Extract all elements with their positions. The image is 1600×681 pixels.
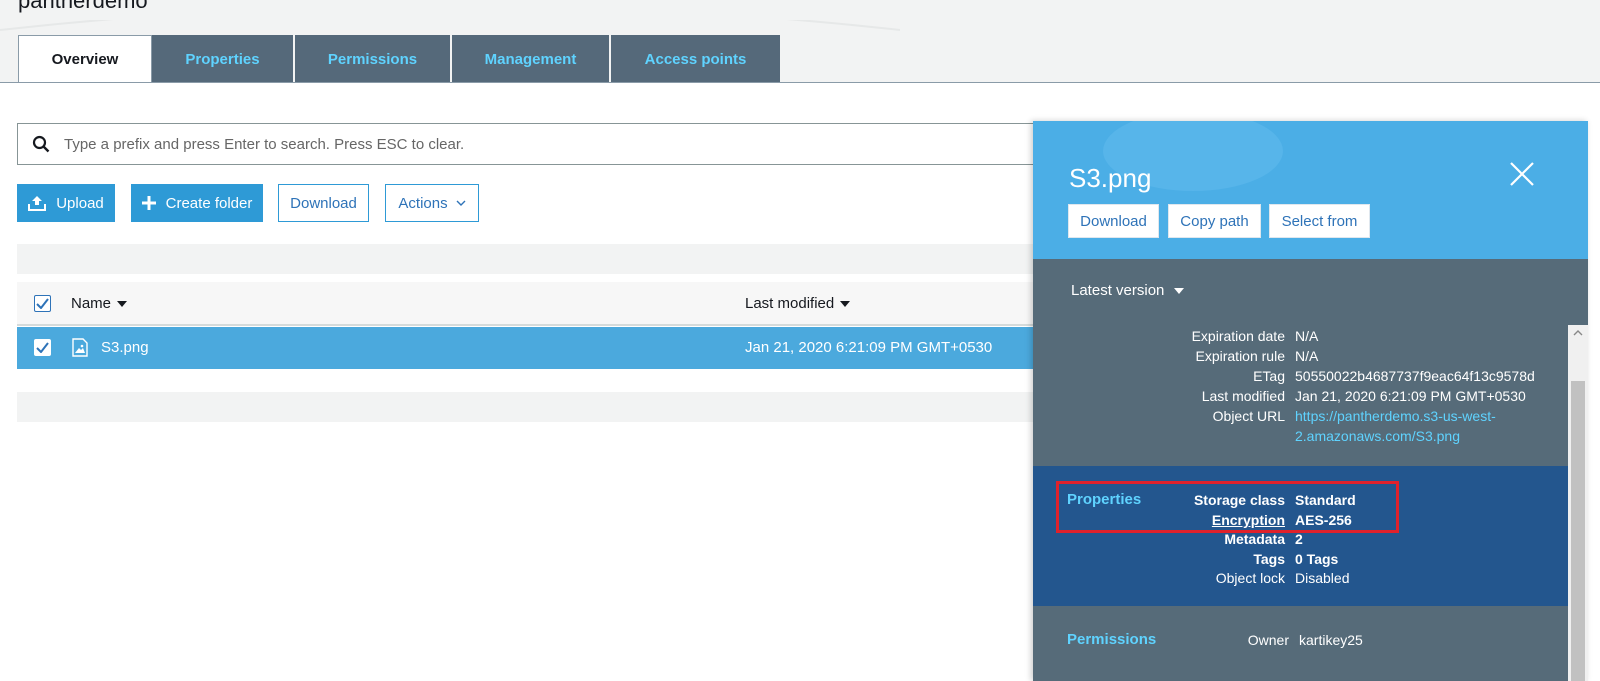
storage-class-label: Storage class bbox=[1193, 492, 1285, 508]
expiration-rule-value: N/A bbox=[1295, 348, 1319, 364]
sort-caret-icon bbox=[117, 300, 128, 307]
owner-label: Owner bbox=[1247, 632, 1289, 648]
search-icon bbox=[18, 124, 64, 164]
tab-access-points[interactable]: Access points bbox=[611, 35, 780, 83]
tab-permissions[interactable]: Permissions bbox=[295, 35, 452, 83]
column-name-label: Name bbox=[71, 295, 112, 312]
expiration-date-label: Expiration date bbox=[1191, 328, 1285, 344]
etag-label: ETag bbox=[1253, 368, 1285, 384]
version-dropdown[interactable]: Latest version bbox=[1071, 282, 1185, 299]
object-overview-section: Expiration date N/A Expiration rule N/A … bbox=[1033, 325, 1568, 466]
upload-label: Upload bbox=[56, 194, 104, 212]
create-folder-button[interactable]: Create folder bbox=[131, 184, 263, 222]
owner-value: kartikey25 bbox=[1299, 632, 1363, 648]
storage-class-value: Standard bbox=[1295, 492, 1356, 508]
scroll-up-icon[interactable] bbox=[1573, 329, 1583, 337]
search-box[interactable] bbox=[17, 123, 1037, 165]
object-url-link[interactable]: https://pantherdemo.s3-us-west- bbox=[1295, 408, 1496, 424]
encryption-link[interactable]: Encryption bbox=[1033, 512, 1285, 528]
table-bottom-band bbox=[17, 392, 1037, 422]
metadata-label: Metadata bbox=[1224, 531, 1285, 547]
object-detail-panel: S3.png Download Copy path Select from La… bbox=[1033, 121, 1588, 681]
object-url-link-continued[interactable]: 2.amazonaws.com/S3.png bbox=[1295, 428, 1460, 444]
chevron-down-icon bbox=[456, 200, 466, 206]
caret-down-icon bbox=[1174, 287, 1185, 294]
properties-section: Properties Storage class Standard Encryp… bbox=[1033, 466, 1568, 606]
tab-properties[interactable]: Properties bbox=[152, 35, 295, 83]
upload-button[interactable]: Upload bbox=[17, 184, 115, 222]
sort-caret-icon bbox=[840, 300, 851, 307]
encryption-value: AES-256 bbox=[1295, 512, 1352, 528]
scroll-thumb[interactable] bbox=[1571, 381, 1585, 681]
row-checkbox[interactable] bbox=[34, 339, 51, 356]
version-label: Latest version bbox=[1071, 282, 1165, 299]
object-lock-label: Object lock bbox=[1215, 570, 1285, 586]
column-name-header[interactable]: Name bbox=[71, 295, 128, 312]
plus-icon bbox=[141, 196, 156, 210]
upload-icon bbox=[28, 195, 47, 211]
actions-label: Actions bbox=[398, 194, 448, 212]
create-folder-label: Create folder bbox=[165, 194, 253, 212]
object-url-label: Object URL bbox=[1212, 408, 1285, 424]
select-all-checkbox[interactable] bbox=[34, 295, 51, 312]
tags-label: Tags bbox=[1253, 551, 1285, 567]
table-row[interactable]: S3.png Jan 21, 2020 6:21:09 PM GMT+0530 bbox=[17, 327, 1037, 369]
last-modified-value: Jan 21, 2020 6:21:09 PM GMT+0530 bbox=[1295, 388, 1526, 404]
object-lock-value: Disabled bbox=[1295, 570, 1350, 586]
table-header: Name Last modified bbox=[17, 282, 1037, 326]
permissions-section: Permissions Owner kartikey25 bbox=[1033, 606, 1568, 681]
expiration-rule-label: Expiration rule bbox=[1195, 348, 1286, 364]
row-last-modified: Jan 21, 2020 6:21:09 PM GMT+0530 bbox=[745, 339, 993, 356]
image-file-icon bbox=[72, 338, 88, 362]
tags-value: 0 Tags bbox=[1295, 551, 1339, 567]
column-last-modified-label: Last modified bbox=[745, 295, 835, 312]
row-name[interactable]: S3.png bbox=[101, 339, 149, 356]
download-button[interactable]: Download bbox=[278, 184, 369, 222]
panel-header: S3.png Download Copy path Select from bbox=[1033, 121, 1588, 259]
select-from-button[interactable]: Select from bbox=[1269, 204, 1370, 238]
tab-management[interactable]: Management bbox=[452, 35, 611, 83]
search-input[interactable] bbox=[64, 125, 1036, 163]
column-last-modified-header[interactable]: Last modified bbox=[745, 295, 851, 312]
last-modified-label: Last modified bbox=[1201, 388, 1285, 404]
tabbar-divider bbox=[0, 82, 1600, 83]
tab-overview[interactable]: Overview bbox=[18, 35, 152, 83]
panel-scrollbar[interactable] bbox=[1568, 325, 1588, 681]
close-icon[interactable] bbox=[1507, 159, 1537, 189]
bucket-title: pantherdemo bbox=[18, 0, 148, 13]
copy-path-button[interactable]: Copy path bbox=[1168, 204, 1261, 238]
etag-value: 50550022b4687737f9eac64f13c9578d bbox=[1295, 368, 1535, 384]
actions-dropdown[interactable]: Actions bbox=[385, 184, 479, 222]
panel-title: S3.png bbox=[1069, 163, 1152, 193]
metadata-value: 2 bbox=[1295, 531, 1303, 547]
table-top-band bbox=[17, 244, 1037, 274]
expiration-date-value: N/A bbox=[1295, 328, 1319, 344]
version-bar: Latest version bbox=[1033, 259, 1588, 325]
panel-download-button[interactable]: Download bbox=[1068, 204, 1159, 238]
